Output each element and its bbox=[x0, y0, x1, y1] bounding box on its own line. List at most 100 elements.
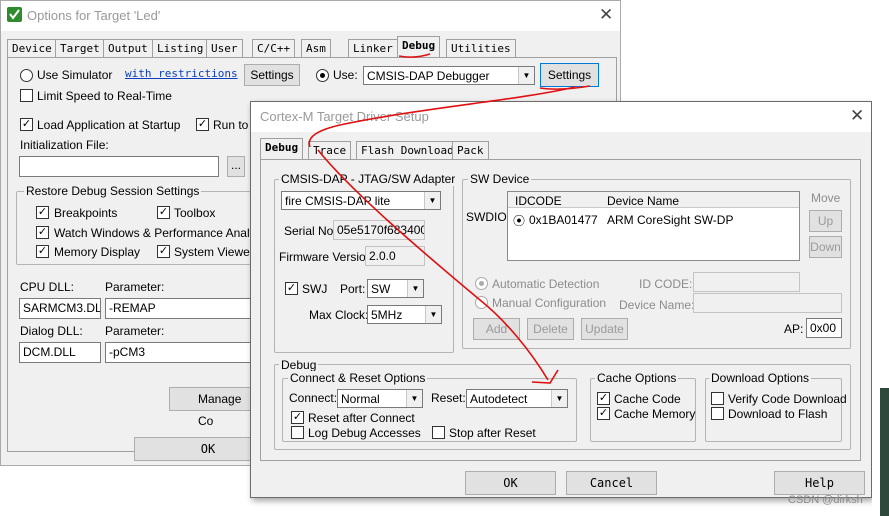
init-file-label: Initialization File: bbox=[20, 138, 109, 152]
tab-flash-download[interactable]: Flash Download bbox=[356, 141, 459, 160]
tab-target[interactable]: Target bbox=[55, 39, 105, 58]
delete-button[interactable]: Delete bbox=[527, 318, 574, 340]
breakpoints-checkbox[interactable]: ✓ bbox=[36, 206, 49, 219]
connect-select[interactable]: Normal ▼ bbox=[337, 389, 423, 408]
driver-setup-title-bar: Cortex-M Target Driver Setup ✕ bbox=[251, 102, 871, 132]
memory-display-label: Memory Display bbox=[54, 245, 141, 259]
tab-user[interactable]: User bbox=[206, 39, 243, 58]
verify-code-checkbox[interactable] bbox=[711, 392, 724, 405]
swj-checkbox[interactable]: ✓ bbox=[285, 282, 298, 295]
automatic-detection-radio[interactable] bbox=[475, 277, 488, 290]
reset-select-value: Autodetect bbox=[470, 392, 528, 406]
id-code-input[interactable] bbox=[693, 272, 800, 292]
dialog-param-input[interactable]: -pCM3 bbox=[105, 342, 251, 363]
download-to-flash-checkbox[interactable] bbox=[711, 407, 724, 420]
adapter-group-title: CMSIS-DAP - JTAG/SW Adapter bbox=[279, 172, 458, 186]
watch-windows-checkbox[interactable]: ✓ bbox=[36, 226, 49, 239]
reset-after-connect-checkbox[interactable]: ✓ bbox=[291, 411, 304, 424]
dialog-param-label: Parameter: bbox=[105, 324, 165, 338]
reset-select[interactable]: Autodetect ▼ bbox=[466, 389, 568, 408]
use-label: Use: bbox=[333, 68, 358, 82]
max-clock-select[interactable]: 5MHz ▼ bbox=[367, 305, 442, 324]
update-button[interactable]: Update bbox=[581, 318, 628, 340]
keil-app-icon bbox=[7, 7, 22, 22]
cpu-dll-input[interactable]: SARMCM3.DLL bbox=[19, 298, 101, 319]
automatic-detection-label: Automatic Detection bbox=[492, 277, 600, 291]
cache-memory-checkbox[interactable]: ✓ bbox=[597, 407, 610, 420]
load-app-label: Load Application at Startup bbox=[37, 118, 181, 132]
limit-speed-checkbox[interactable] bbox=[20, 89, 33, 102]
chevron-down-icon: ▼ bbox=[407, 280, 423, 297]
cache-code-label: Cache Code bbox=[614, 392, 681, 406]
idcode-value: 0x1BA01477 bbox=[529, 213, 598, 227]
debugger-select[interactable]: CMSIS-DAP Debugger ▼ bbox=[363, 66, 535, 85]
tab-pack[interactable]: Pack bbox=[452, 141, 489, 160]
tab-debug[interactable]: Debug bbox=[397, 36, 441, 58]
tab-device[interactable]: Device bbox=[7, 39, 57, 58]
ap-input[interactable]: 0x00 bbox=[806, 318, 842, 338]
init-file-input[interactable] bbox=[19, 156, 219, 177]
tab-utilities[interactable]: Utilities bbox=[446, 39, 516, 58]
tab-output[interactable]: Output bbox=[103, 39, 153, 58]
manage-component-button[interactable]: Manage Co bbox=[169, 387, 251, 428]
chevron-down-icon: ▼ bbox=[424, 192, 440, 209]
close-icon[interactable]: ✕ bbox=[850, 106, 864, 126]
ok-button[interactable]: OK bbox=[465, 471, 556, 495]
tab-trace[interactable]: Trace bbox=[308, 141, 352, 160]
serial-label: Serial No: bbox=[284, 224, 337, 238]
desktop-window-edge bbox=[880, 388, 889, 516]
sw-device-title: SW Device bbox=[468, 172, 532, 186]
debugger-settings-button[interactable]: Settings bbox=[540, 63, 599, 87]
download-to-flash-label: Download to Flash bbox=[728, 407, 828, 421]
cache-code-checkbox[interactable]: ✓ bbox=[597, 392, 610, 405]
with-restrictions-link[interactable]: with restrictions bbox=[125, 67, 238, 80]
chevron-down-icon: ▼ bbox=[551, 390, 567, 407]
use-simulator-radio[interactable] bbox=[20, 69, 33, 82]
debug-options-title: Debug bbox=[279, 358, 319, 372]
load-app-checkbox[interactable]: ✓ bbox=[20, 118, 33, 131]
tab-asm[interactable]: Asm bbox=[301, 39, 331, 58]
stop-after-reset-checkbox[interactable] bbox=[432, 426, 445, 439]
cache-options-title: Cache Options bbox=[595, 371, 679, 385]
adapter-select[interactable]: fire CMSIS-DAP lite ▼ bbox=[281, 191, 441, 210]
close-icon[interactable]: ✕ bbox=[599, 5, 613, 25]
idcode-header: IDCODE bbox=[515, 194, 562, 208]
tab-debug[interactable]: Debug bbox=[260, 138, 304, 160]
tab-linker[interactable]: Linker bbox=[348, 39, 398, 58]
manual-configuration-label: Manual Configuration bbox=[492, 296, 607, 310]
tab-listing[interactable]: Listing bbox=[152, 39, 209, 58]
memory-display-checkbox[interactable]: ✓ bbox=[36, 245, 49, 258]
init-file-browse-button[interactable]: ... bbox=[227, 156, 245, 177]
connect-label: Connect: bbox=[289, 391, 338, 405]
cortex-m-driver-setup-window: Cortex-M Target Driver Setup ✕ Debug Tra… bbox=[250, 101, 872, 498]
system-viewer-checkbox[interactable]: ✓ bbox=[157, 245, 170, 258]
move-up-button[interactable]: Up bbox=[809, 210, 842, 232]
target-icon: ⦿ bbox=[513, 214, 526, 228]
port-select[interactable]: SW ▼ bbox=[367, 279, 424, 298]
dialog-dll-input[interactable]: DCM.DLL bbox=[19, 342, 101, 363]
reset-after-connect-label: Reset after Connect bbox=[308, 411, 415, 425]
move-down-button[interactable]: Down bbox=[809, 236, 842, 258]
cancel-button[interactable]: Cancel bbox=[566, 471, 657, 495]
firmware-version-field: 2.0.0 bbox=[365, 246, 425, 266]
download-options-title: Download Options bbox=[709, 371, 812, 385]
simulator-settings-button[interactable]: Settings bbox=[244, 64, 300, 86]
device-name-input[interactable] bbox=[693, 293, 842, 313]
options-title-bar: Options for Target 'Led' ✕ bbox=[1, 1, 620, 31]
chevron-down-icon: ▼ bbox=[425, 306, 441, 323]
chevron-down-icon: ▼ bbox=[518, 67, 534, 84]
use-simulator-label: Use Simulator bbox=[37, 68, 113, 82]
tab-cc[interactable]: C/C++ bbox=[252, 39, 296, 58]
serial-number-field: 05e5170f6834000 bbox=[333, 220, 425, 240]
log-debug-checkbox[interactable] bbox=[291, 426, 304, 439]
add-button[interactable]: Add bbox=[473, 318, 520, 340]
connect-reset-title: Connect & Reset Options bbox=[288, 371, 428, 385]
toolbox-checkbox[interactable]: ✓ bbox=[157, 206, 170, 219]
move-label: Move bbox=[811, 191, 841, 205]
use-debugger-radio[interactable] bbox=[316, 69, 329, 82]
cpu-param-input[interactable]: -REMAP bbox=[105, 298, 251, 319]
device-name-header: Device Name bbox=[607, 194, 680, 208]
run-to-main-checkbox[interactable]: ✓ bbox=[196, 118, 209, 131]
help-button[interactable]: Help bbox=[774, 471, 865, 495]
manual-configuration-radio[interactable] bbox=[475, 296, 488, 309]
